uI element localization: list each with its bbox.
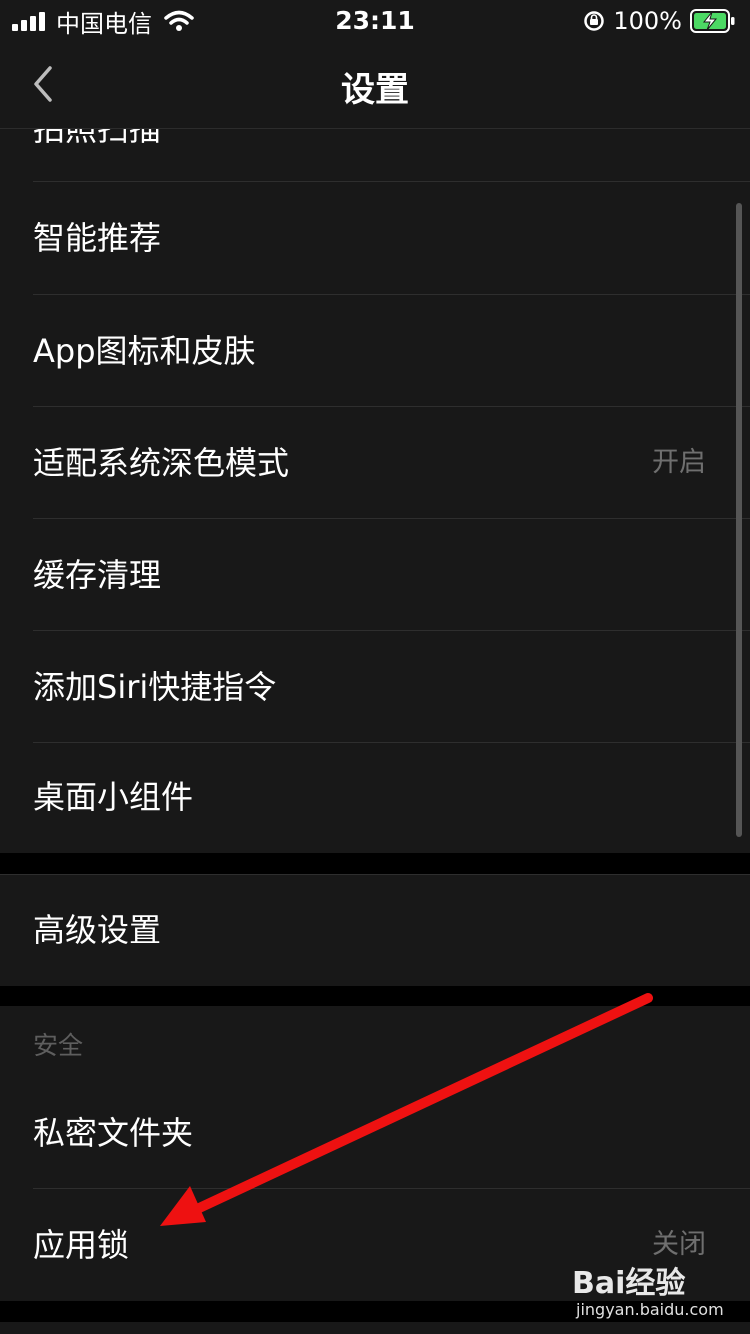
row-label: 应用锁 bbox=[33, 1226, 130, 1264]
baidu-jingyan-watermark: Bai经验 jingyan.baidu.com bbox=[572, 1258, 724, 1320]
rotation-lock-icon bbox=[584, 11, 605, 31]
battery-charging-icon bbox=[690, 9, 735, 33]
section-header-security: 安全 bbox=[33, 1031, 84, 1060]
watermark-logo: Bai经验 bbox=[572, 1266, 686, 1301]
settings-row-cache-clean[interactable]: 缓存清理 bbox=[0, 519, 750, 631]
watermark-url: jingyan.baidu.com bbox=[576, 1300, 724, 1319]
page-title: 设置 bbox=[341, 70, 409, 110]
nav-bar: 设置 bbox=[0, 42, 750, 129]
settings-group-security: 安全 私密文件夹 应用锁 关闭 bbox=[0, 1006, 750, 1301]
settings-row-widgets[interactable]: 桌面小组件 bbox=[0, 741, 750, 853]
row-label: 缓存清理 bbox=[33, 556, 162, 594]
row-label: 拍照扫描 bbox=[33, 129, 162, 148]
settings-group-general: 拍照扫描 智能推荐 App图标和皮肤 适配系统深色模式 开启 缓存清理 添加Si… bbox=[0, 129, 750, 853]
settings-group-next bbox=[0, 1322, 750, 1334]
settings-row-smart-recommend[interactable]: 智能推荐 bbox=[0, 182, 750, 294]
settings-list[interactable]: 拍照扫描 智能推荐 App图标和皮肤 适配系统深色模式 开启 缓存清理 添加Si… bbox=[0, 129, 750, 1334]
settings-row-app-icon-skin[interactable]: App图标和皮肤 bbox=[0, 295, 750, 407]
row-label: App图标和皮肤 bbox=[33, 332, 256, 370]
row-label: 适配系统深色模式 bbox=[33, 444, 290, 482]
status-right: 100% bbox=[583, 6, 736, 36]
settings-row-advanced[interactable]: 高级设置 bbox=[0, 875, 750, 986]
row-label: 添加Siri快捷指令 bbox=[33, 668, 277, 706]
row-label: 智能推荐 bbox=[33, 219, 162, 257]
scrollbar[interactable] bbox=[736, 203, 742, 837]
battery-percent: 100% bbox=[613, 7, 682, 35]
row-label: 私密文件夹 bbox=[33, 1114, 194, 1152]
settings-row-dark-mode[interactable]: 适配系统深色模式 开启 bbox=[0, 407, 750, 519]
settings-row-siri-shortcut[interactable]: 添加Siri快捷指令 bbox=[0, 631, 750, 743]
settings-group-advanced: 高级设置 bbox=[0, 874, 750, 986]
settings-row-scan[interactable]: 拍照扫描 bbox=[0, 129, 750, 185]
row-label: 高级设置 bbox=[33, 911, 162, 949]
settings-row-private-folder[interactable]: 私密文件夹 bbox=[0, 1077, 750, 1189]
status-bar: 中国电信 23:11 100% bbox=[0, 0, 750, 42]
row-label: 桌面小组件 bbox=[33, 778, 194, 816]
row-value: 开启 bbox=[652, 447, 706, 478]
